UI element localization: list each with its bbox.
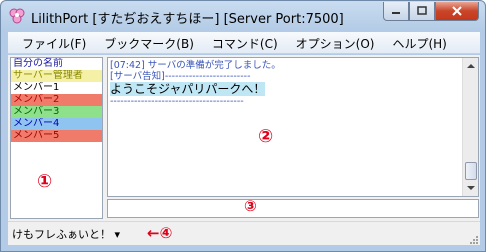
close-button[interactable] — [435, 2, 479, 21]
member-list-item[interactable]: サーバー管理者 — [11, 70, 102, 82]
member-list-item[interactable]: メンバー5 — [11, 130, 102, 142]
maximize-icon — [417, 6, 427, 15]
menu-option[interactable]: オプション(O) — [296, 32, 375, 53]
annotation-1: ① — [37, 171, 53, 192]
minimize-button[interactable] — [383, 2, 409, 21]
log-line-welcome: ようこそジャパリパークへ！ — [108, 82, 478, 96]
chat-log-scrollbar[interactable] — [462, 58, 478, 196]
arrow-down-icon — [466, 186, 475, 190]
member-list-item[interactable]: 自分の名前 — [11, 58, 102, 70]
caption-buttons — [383, 2, 479, 22]
arrow-up-icon — [466, 64, 475, 68]
menu-command[interactable]: コマンド(C) — [212, 32, 278, 53]
chat-input[interactable] — [107, 199, 479, 218]
log-line-notice-footer: --------------------------------------- — [110, 96, 244, 107]
scroll-down-button[interactable] — [463, 181, 478, 195]
log-line-notice-header: [サーバ告知]------------------------- — [110, 71, 251, 82]
app-window: LilithPort [すたぢおえすちほー] [Server Port:7500… — [0, 0, 486, 252]
menu-bar: ファイル(F) ブックマーク(B) コマンド(C) オプション(O) ヘルプ(H… — [8, 32, 480, 54]
welcome-message: ようこそジャパリパークへ！ — [110, 82, 266, 96]
scroll-up-button[interactable] — [463, 59, 478, 73]
minimize-icon — [392, 12, 400, 14]
resize-grip-icon[interactable] — [468, 233, 478, 244]
scrollbar-thumb[interactable] — [465, 162, 477, 180]
member-list-item[interactable]: メンバー2 — [11, 94, 102, 106]
menu-file[interactable]: ファイル(F) — [22, 32, 86, 53]
status-bar: けもフレふぁいと！ ▾ — [8, 221, 480, 245]
member-list[interactable]: 自分の名前 サーバー管理者 メンバー1 メンバー2 メンバー3 メンバー4 メン… — [10, 57, 103, 219]
member-list-item[interactable]: メンバー3 — [11, 106, 102, 118]
log-line-server-ready: [07:42] サーバの準備が完了しました。 — [110, 60, 281, 71]
annotation-4: ←④ — [147, 224, 173, 242]
chat-log[interactable]: [07:42] サーバの準備が完了しました。 [サーバ告知]----------… — [107, 57, 479, 197]
app-logo-icon — [9, 8, 25, 24]
maximize-button[interactable] — [409, 2, 435, 21]
title-bar[interactable]: LilithPort [すたぢおえすちほー] [Server Port:7500… — [1, 1, 485, 31]
member-list-item[interactable]: メンバー4 — [11, 118, 102, 130]
window-title: LilithPort [すたぢおえすちほー] [Server Port:7500… — [31, 12, 344, 27]
menu-bookmark[interactable]: ブックマーク(B) — [104, 32, 194, 53]
annotation-3: ③ — [244, 197, 257, 215]
annotation-2: ② — [258, 126, 274, 147]
member-list-item[interactable]: メンバー1 — [11, 82, 102, 94]
menu-help[interactable]: ヘルプ(H) — [392, 32, 446, 53]
client-area: 自分の名前 サーバー管理者 メンバー1 メンバー2 メンバー3 メンバー4 メン… — [8, 55, 480, 245]
game-select-dropdown[interactable]: けもフレふぁいと！ ▾ — [12, 226, 120, 242]
close-icon — [452, 6, 462, 16]
